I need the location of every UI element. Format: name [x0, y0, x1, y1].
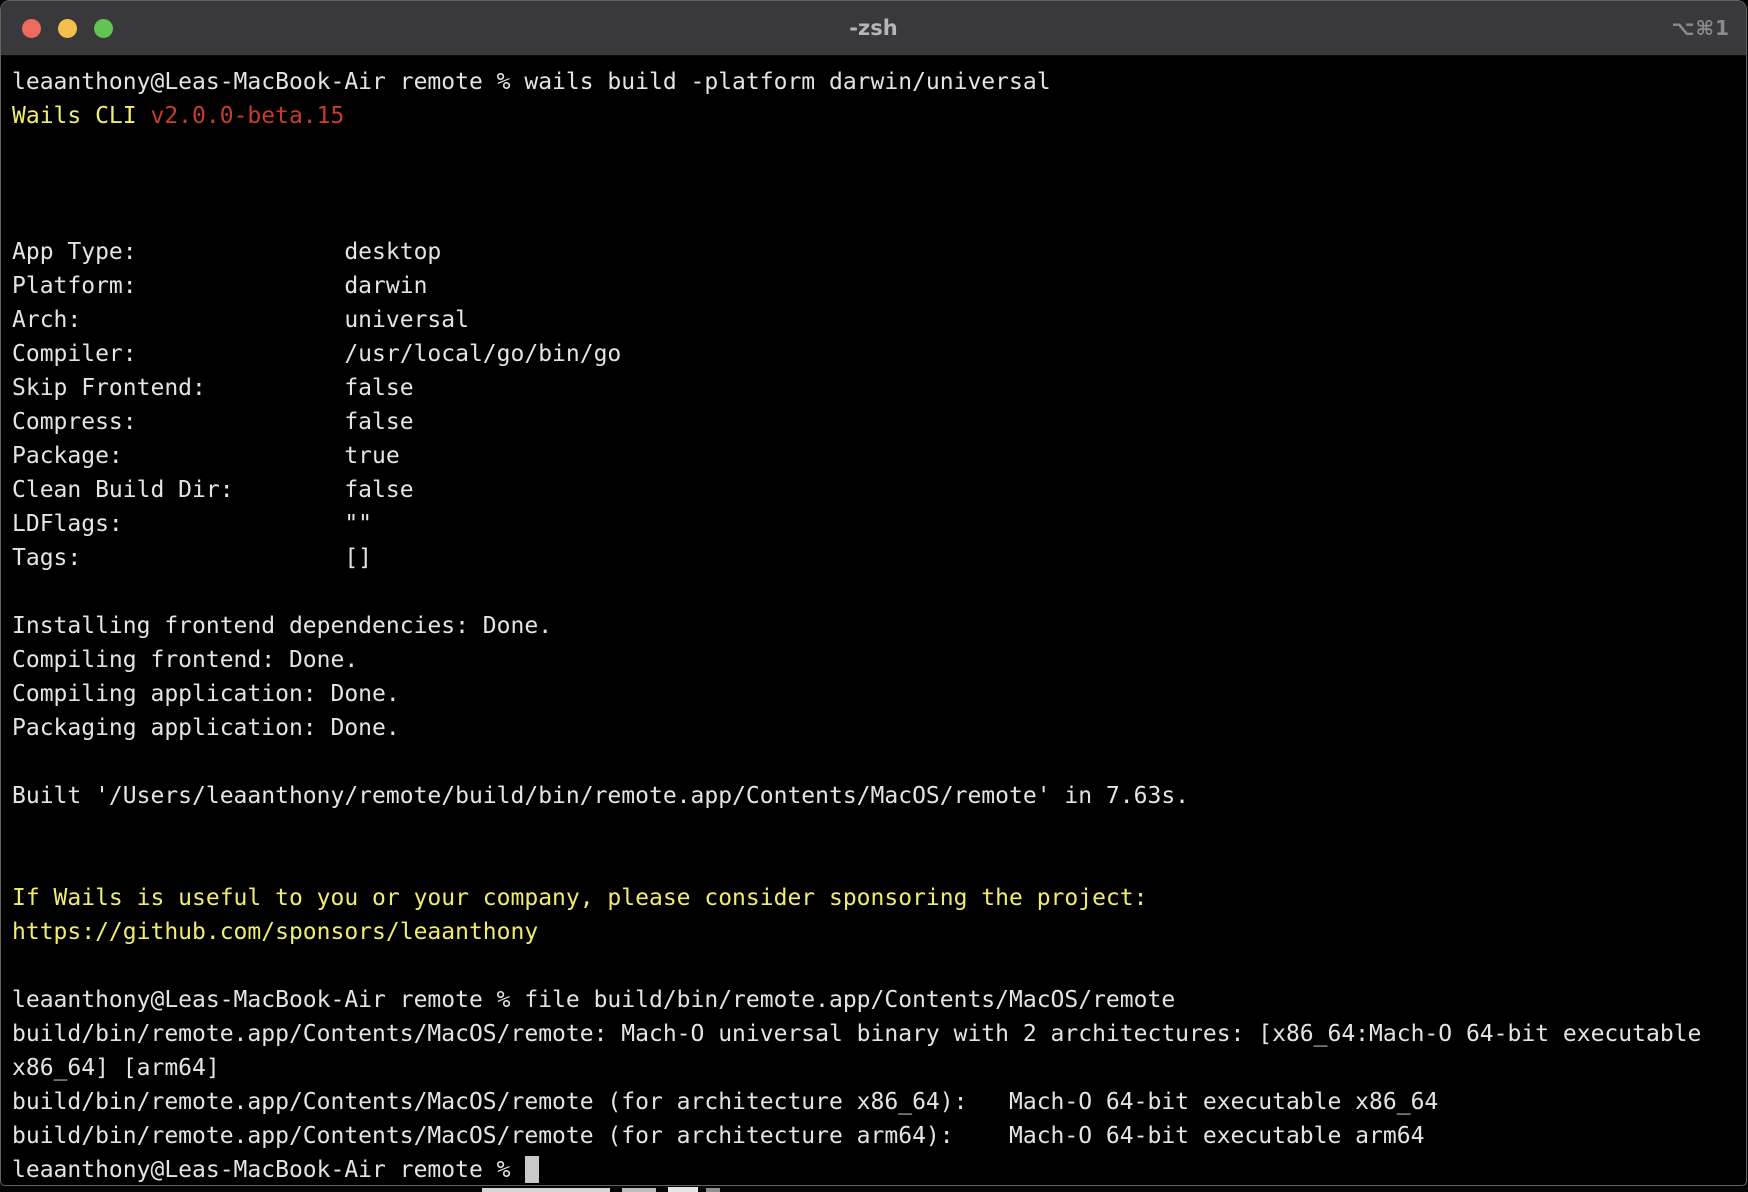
terminal-line: Skip Frontend: false: [12, 371, 1746, 405]
window-shortcut-hint: ⌥⌘1: [1671, 1, 1730, 55]
terminal-line: Compiler: /usr/local/go/bin/go: [12, 337, 1746, 371]
terminal-line: leaanthony@Leas-MacBook-Air remote % fil…: [12, 983, 1746, 1017]
terminal-line: https://github.com/sponsors/leaanthony: [12, 915, 1746, 949]
terminal-line: [12, 949, 1746, 983]
terminal-line: [12, 167, 1746, 201]
terminal-line: build/bin/remote.app/Contents/MacOS/remo…: [12, 1085, 1746, 1119]
terminal-line: [12, 133, 1746, 167]
terminal-line: Compiling application: Done.: [12, 677, 1746, 711]
background-window-fragment: [668, 1187, 698, 1192]
terminal-line: Tags: []: [12, 541, 1746, 575]
terminal-line: Compress: false: [12, 405, 1746, 439]
background-window-fragment: [622, 1188, 656, 1192]
terminal-line: Platform: darwin: [12, 269, 1746, 303]
terminal-line: [12, 813, 1746, 847]
terminal-line: [12, 745, 1746, 779]
terminal-line: Arch: universal: [12, 303, 1746, 337]
terminal-line: Wails CLI v2.0.0-beta.15: [12, 99, 1746, 133]
terminal-line: LDFlags: "": [12, 507, 1746, 541]
close-button[interactable]: [22, 19, 41, 38]
terminal-line: [12, 847, 1746, 881]
window-title: -zsh: [1, 1, 1746, 55]
terminal-line: If Wails is useful to you or your compan…: [12, 881, 1746, 915]
terminal-line: Clean Build Dir: false: [12, 473, 1746, 507]
background-window-fragment: [482, 1188, 610, 1192]
background-window-fragment: [706, 1188, 720, 1192]
terminal-line: build/bin/remote.app/Contents/MacOS/remo…: [12, 1119, 1746, 1153]
terminal-line: Compiling frontend: Done.: [12, 643, 1746, 677]
terminal-line: Package: true: [12, 439, 1746, 473]
terminal-line: Installing frontend dependencies: Done.: [12, 609, 1746, 643]
terminal-cursor: [525, 1156, 539, 1183]
terminal-line: App Type: desktop: [12, 235, 1746, 269]
background-window-sliver: [0, 1186, 1748, 1192]
terminal-line: Packaging application: Done.: [12, 711, 1746, 745]
terminal-window: -zsh ⌥⌘1 leaanthony@Leas-MacBook-Air rem…: [0, 0, 1747, 1186]
terminal-line: [12, 575, 1746, 609]
minimize-button[interactable]: [58, 19, 77, 38]
terminal-line: Built '/Users/leaanthony/remote/build/bi…: [12, 779, 1746, 813]
zoom-button[interactable]: [94, 19, 113, 38]
terminal-line: x86_64] [arm64]: [12, 1051, 1746, 1085]
terminal-line: build/bin/remote.app/Contents/MacOS/remo…: [12, 1017, 1746, 1051]
terminal-screen[interactable]: leaanthony@Leas-MacBook-Air remote % wai…: [1, 56, 1746, 1186]
traffic-lights: [22, 19, 113, 38]
window-titlebar[interactable]: -zsh ⌥⌘1: [1, 1, 1746, 56]
terminal-line: leaanthony@Leas-MacBook-Air remote %: [12, 1153, 1746, 1186]
terminal-line: [12, 201, 1746, 235]
terminal-line: leaanthony@Leas-MacBook-Air remote % wai…: [12, 65, 1746, 99]
